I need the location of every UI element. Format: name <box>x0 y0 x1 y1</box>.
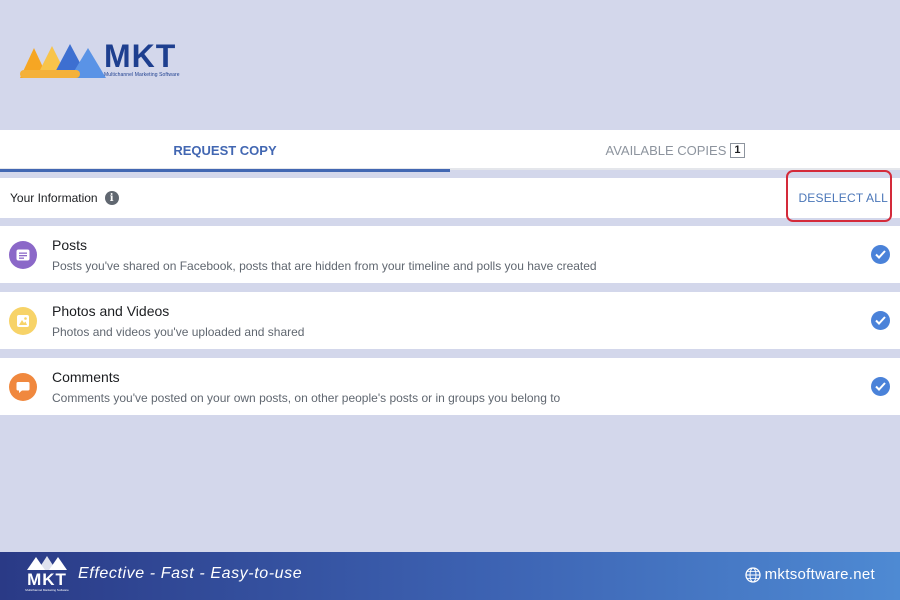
footer-brand-tagline: Multichannel Marketing Software <box>25 588 69 592</box>
tab-bar: REQUEST COPY AVAILABLE COPIES 1 <box>0 130 900 172</box>
checkmark-icon[interactable] <box>871 245 890 264</box>
item-title: Photos and Videos <box>52 302 170 319</box>
globe-icon <box>744 566 761 583</box>
checkmark-icon[interactable] <box>871 311 890 330</box>
checkmark-icon[interactable] <box>871 377 890 396</box>
section-label: Your Information <box>10 191 98 205</box>
post-icon <box>9 240 37 269</box>
brand-logo: MKT Multichannel Marketing Software <box>18 40 180 80</box>
footer-banner: MKT Multichannel Marketing Software Effe… <box>0 552 900 600</box>
list-item-comments[interactable]: Comments Comments you've posted on your … <box>0 358 900 415</box>
item-description: Posts you've shared on Facebook, posts t… <box>52 258 597 273</box>
tab-available-copies[interactable]: AVAILABLE COPIES 1 <box>450 130 900 170</box>
brand-tagline: Multichannel Marketing Software <box>104 72 180 78</box>
footer-slogan: Effective - Fast - Easy-to-use <box>78 565 303 582</box>
mkt-logo-icon <box>27 556 67 570</box>
tab-label: REQUEST COPY <box>173 142 277 158</box>
item-title: Posts <box>52 236 88 253</box>
copies-count-badge: 1 <box>730 142 745 158</box>
deselect-all-button[interactable]: DESELECT ALL <box>798 191 888 205</box>
information-header: Your Information i DESELECT ALL <box>0 178 900 218</box>
footer-brand-name: MKT <box>27 570 67 589</box>
comment-icon <box>9 372 37 401</box>
item-title: Comments <box>52 368 120 385</box>
mkt-logo-icon <box>20 44 106 78</box>
item-description: Comments you've posted on your own posts… <box>52 390 561 405</box>
brand-name: MKT <box>104 38 177 74</box>
list-item-photos-videos[interactable]: Photos and Videos Photos and videos you'… <box>0 292 900 349</box>
tab-request-copy[interactable]: REQUEST COPY <box>0 130 450 172</box>
item-description: Photos and videos you've uploaded and sh… <box>52 324 305 339</box>
footer-logo: MKT Multichannel Marketing Software <box>22 555 72 597</box>
tab-label: AVAILABLE COPIES <box>605 142 727 158</box>
list-item-posts[interactable]: Posts Posts you've shared on Facebook, p… <box>0 226 900 283</box>
website-text: mktsoftware.net <box>764 566 875 583</box>
info-icon[interactable]: i <box>104 191 119 205</box>
footer-website-link[interactable]: mktsoftware.net <box>744 566 875 583</box>
photo-icon <box>9 306 37 335</box>
